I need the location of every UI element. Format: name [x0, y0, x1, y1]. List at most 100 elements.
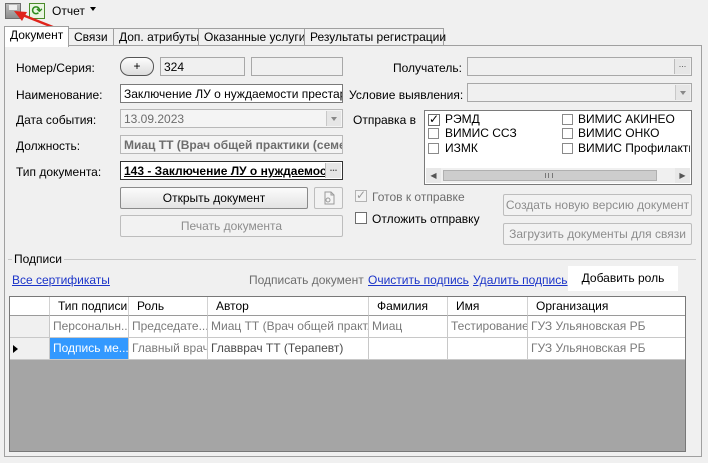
- add-number-button[interactable]: +: [120, 57, 154, 76]
- delete-signature-link[interactable]: Удалить подпись: [473, 273, 568, 287]
- date-field[interactable]: 13.09.2023: [120, 109, 343, 128]
- cell-name[interactable]: Тестирование: [448, 316, 528, 338]
- row-header-corner: [10, 297, 50, 316]
- cell-name[interactable]: [448, 338, 528, 360]
- date-value: 13.09.2023: [124, 112, 185, 126]
- series-field[interactable]: [251, 57, 343, 76]
- clear-signature-link[interactable]: Очистить подпись: [368, 273, 469, 287]
- cell-role[interactable]: Главный врач: [129, 338, 208, 360]
- checkbox[interactable]: [428, 112, 440, 126]
- postpone-send-checkbox[interactable]: [355, 212, 367, 224]
- condition-label: Условие выявления:: [349, 88, 464, 102]
- recipient-field[interactable]: ...: [467, 57, 692, 76]
- tab-label: Доп. атрибуты: [119, 30, 200, 44]
- checkbox[interactable]: [562, 128, 573, 139]
- number-label: Номер/Серия:: [16, 61, 95, 75]
- ellipsis-button[interactable]: ...: [325, 163, 341, 178]
- cell-author[interactable]: Миац ТТ (Врач общей практ...: [208, 316, 369, 338]
- position-value: Миац ТТ (Врач общей практики (семейный в…: [124, 138, 342, 152]
- cell-organization[interactable]: ГУЗ Ульяновская РБ: [528, 316, 685, 338]
- tab-document[interactable]: Документ: [4, 26, 69, 47]
- tab-registration-results[interactable]: Результаты регистрации: [304, 28, 447, 46]
- tab-services[interactable]: Оказанные услуги: [198, 28, 305, 46]
- column-header-author[interactable]: Автор: [208, 297, 369, 316]
- create-version-button[interactable]: Создать новую версию документ: [503, 194, 692, 216]
- add-role-button[interactable]: Добавить роль: [568, 266, 678, 291]
- tab-label: Оказанные услуги: [204, 30, 306, 44]
- print-document-button[interactable]: Печать документа: [120, 215, 343, 237]
- dropdown-arrow-icon[interactable]: [675, 85, 690, 100]
- send-target-remd[interactable]: РЭМД: [428, 112, 480, 126]
- send-target-vimis-akineo[interactable]: ВИМИС АКИНЕО: [562, 112, 675, 126]
- toolbar: ⟳ Отчет: [0, 0, 708, 24]
- ellipsis-button[interactable]: ...: [674, 59, 690, 74]
- column-header-sign-type[interactable]: Тип подписи: [50, 297, 129, 316]
- cell-organization[interactable]: ГУЗ Ульяновская РБ: [528, 338, 685, 360]
- send-target-vimis-prof[interactable]: ВИМИС Профилактика: [562, 141, 690, 155]
- send-to-label: Отправка в: [353, 113, 416, 127]
- sign-document-link[interactable]: Подписать документ: [249, 273, 364, 287]
- document-icon-button[interactable]: [314, 187, 343, 209]
- doctype-value: 143 - Заключение ЛУ о нуждаемости: [124, 164, 340, 178]
- cell-sign-type[interactable]: Персональн...: [50, 316, 129, 338]
- cell-surname[interactable]: Миац: [369, 316, 448, 338]
- table-header: Тип подписи Роль Автор Фамилия Имя Орган…: [10, 297, 685, 316]
- send-target-label: ВИМИС ОНКО: [578, 126, 660, 140]
- scroll-right-icon[interactable]: ▶: [675, 168, 690, 183]
- table-row[interactable]: Персональн... Председате... Миац ТТ (Вра…: [10, 316, 685, 338]
- send-target-label: ВИМИС ССЗ: [445, 126, 517, 140]
- all-certificates-link[interactable]: Все сертификаты: [12, 273, 110, 287]
- column-header-name[interactable]: Имя: [448, 297, 528, 316]
- tab-extra-attributes[interactable]: Доп. атрибуты: [113, 28, 199, 46]
- scroll-left-icon[interactable]: ◀: [426, 168, 441, 183]
- column-header-organization[interactable]: Организация: [528, 297, 685, 316]
- cell-surname[interactable]: [369, 338, 448, 360]
- doctype-field[interactable]: 143 - Заключение ЛУ о нуждаемости...: [120, 161, 343, 180]
- tab-label: Документ: [10, 28, 64, 42]
- name-label: Наименование:: [16, 88, 103, 102]
- scroll-thumb[interactable]: [443, 170, 657, 181]
- doctype-label: Тип документа:: [16, 165, 102, 179]
- checkbox[interactable]: [562, 114, 573, 125]
- signatures-group-title: Подписи: [12, 252, 64, 266]
- cell-author[interactable]: Главврач ТТ (Терапевт): [208, 338, 369, 360]
- row-header[interactable]: [10, 338, 50, 360]
- cell-role[interactable]: Председате...: [129, 316, 208, 338]
- position-field[interactable]: Миац ТТ (Врач общей практики (семейный в…: [120, 135, 343, 154]
- column-header-role[interactable]: Роль: [129, 297, 208, 316]
- tab-links[interactable]: Связи: [68, 28, 114, 46]
- condition-field[interactable]: [467, 83, 692, 102]
- tab-label: Результаты регистрации: [310, 30, 447, 44]
- ready-to-send-checkbox[interactable]: [355, 188, 367, 202]
- send-target-label: ВИМИС АКИНЕО: [578, 112, 675, 126]
- send-target-label: ВИМИС Профилактика: [578, 141, 690, 155]
- name-field[interactable]: Заключение ЛУ о нуждаемости престарелого: [120, 84, 343, 103]
- send-targets-list[interactable]: РЭМД ВИМИС ССЗ ИЗМК ВИМИС АКИНЕО ВИМИС О…: [424, 110, 692, 185]
- cell-sign-type[interactable]: Подпись ме...: [50, 338, 129, 360]
- send-target-vimis-ssz[interactable]: ВИМИС ССЗ: [428, 126, 517, 140]
- checkbox[interactable]: [428, 143, 439, 154]
- number-field[interactable]: 324: [160, 57, 245, 76]
- send-target-izmk[interactable]: ИЗМК: [428, 141, 478, 155]
- row-header[interactable]: [10, 316, 50, 338]
- postpone-send-label: Отложить отправку: [372, 212, 480, 226]
- signatures-table: Тип подписи Роль Автор Фамилия Имя Орган…: [9, 296, 686, 452]
- position-label: Должность:: [16, 139, 81, 153]
- horizontal-scrollbar[interactable]: ◀ ▶: [426, 168, 690, 183]
- file-icon: [324, 191, 334, 205]
- signatures-group-border: [8, 259, 696, 260]
- send-target-label: РЭМД: [445, 112, 480, 126]
- checkbox[interactable]: [428, 128, 439, 139]
- send-target-vimis-onko[interactable]: ВИМИС ОНКО: [562, 126, 659, 140]
- current-row-arrow-icon: [13, 345, 18, 353]
- dropdown-arrow-icon[interactable]: [326, 111, 341, 126]
- tab-label: Связи: [74, 30, 108, 44]
- column-header-surname[interactable]: Фамилия: [369, 297, 448, 316]
- open-document-button[interactable]: Открыть документ: [120, 187, 308, 209]
- ready-to-send-label: Готов к отправке: [372, 190, 465, 204]
- checkbox[interactable]: [562, 143, 573, 154]
- table-row[interactable]: Подпись ме... Главный врач Главврач ТТ (…: [10, 338, 685, 360]
- upload-docs-button[interactable]: Загрузить документы для связи: [503, 223, 692, 245]
- chevron-down-icon[interactable]: [90, 7, 96, 11]
- recipient-label: Получатель:: [393, 61, 462, 75]
